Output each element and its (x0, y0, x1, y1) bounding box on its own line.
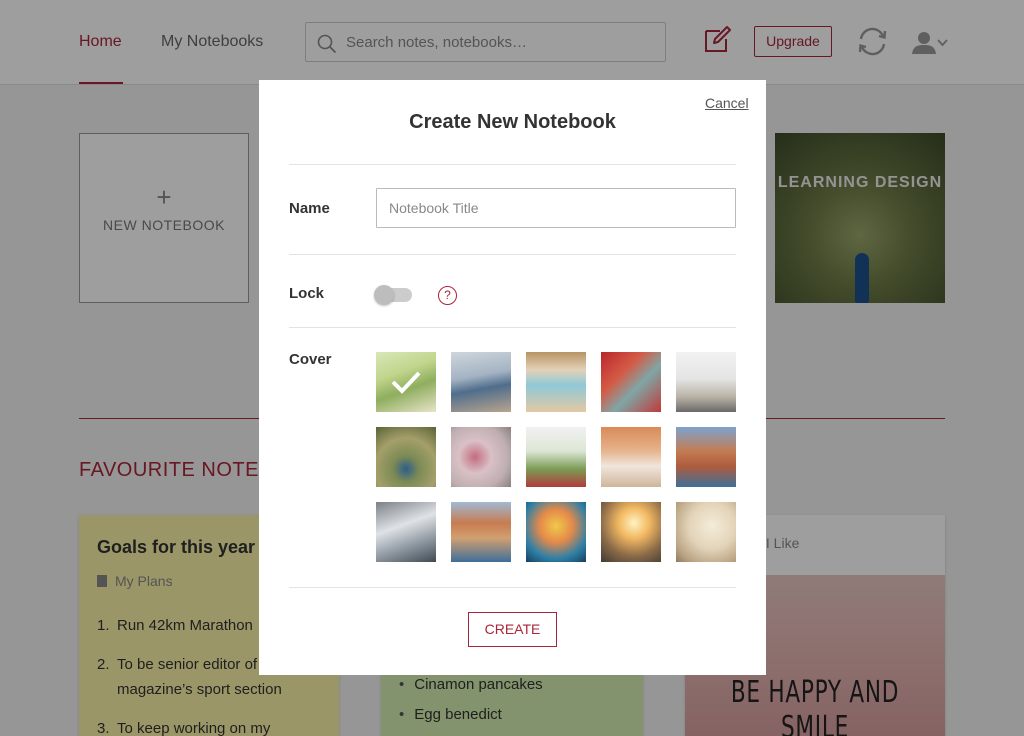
cover-option-dreamcatcher[interactable] (676, 502, 736, 562)
notebook-title-input[interactable] (376, 188, 736, 228)
toggle-knob (374, 285, 394, 305)
cover-label: Cover (289, 351, 332, 368)
cancel-link[interactable]: Cancel (705, 95, 749, 111)
divider (289, 587, 736, 588)
help-icon[interactable]: ? (438, 286, 457, 305)
lock-label: Lock (289, 285, 325, 302)
cover-option-peacock[interactable] (376, 427, 436, 487)
cover-option-sunset[interactable] (601, 502, 661, 562)
create-button[interactable]: CREATE (468, 612, 557, 647)
cover-option-drinks[interactable] (376, 352, 436, 412)
cover-option-beach[interactable] (526, 352, 586, 412)
checkmark-icon (391, 371, 421, 394)
lock-toggle[interactable] (374, 285, 412, 305)
cover-option-reading[interactable] (451, 352, 511, 412)
cover-option-workspace[interactable] (376, 502, 436, 562)
divider (289, 327, 736, 328)
divider (289, 254, 736, 255)
cover-option-cocktail[interactable] (526, 502, 586, 562)
cover-option-flowers[interactable] (451, 427, 511, 487)
divider (289, 164, 736, 165)
cover-option-toy-car[interactable] (526, 427, 586, 487)
cover-option-village[interactable] (676, 427, 736, 487)
cover-option-cliff-town[interactable] (451, 502, 511, 562)
cover-option-yarn[interactable] (601, 352, 661, 412)
name-label: Name (289, 200, 330, 217)
cover-option-children[interactable] (601, 427, 661, 487)
cover-option-coffee[interactable] (676, 352, 736, 412)
dialog-title: Create New Notebook (409, 111, 616, 133)
create-notebook-dialog: Cancel Create New Notebook Name Lock ? C… (259, 80, 766, 675)
